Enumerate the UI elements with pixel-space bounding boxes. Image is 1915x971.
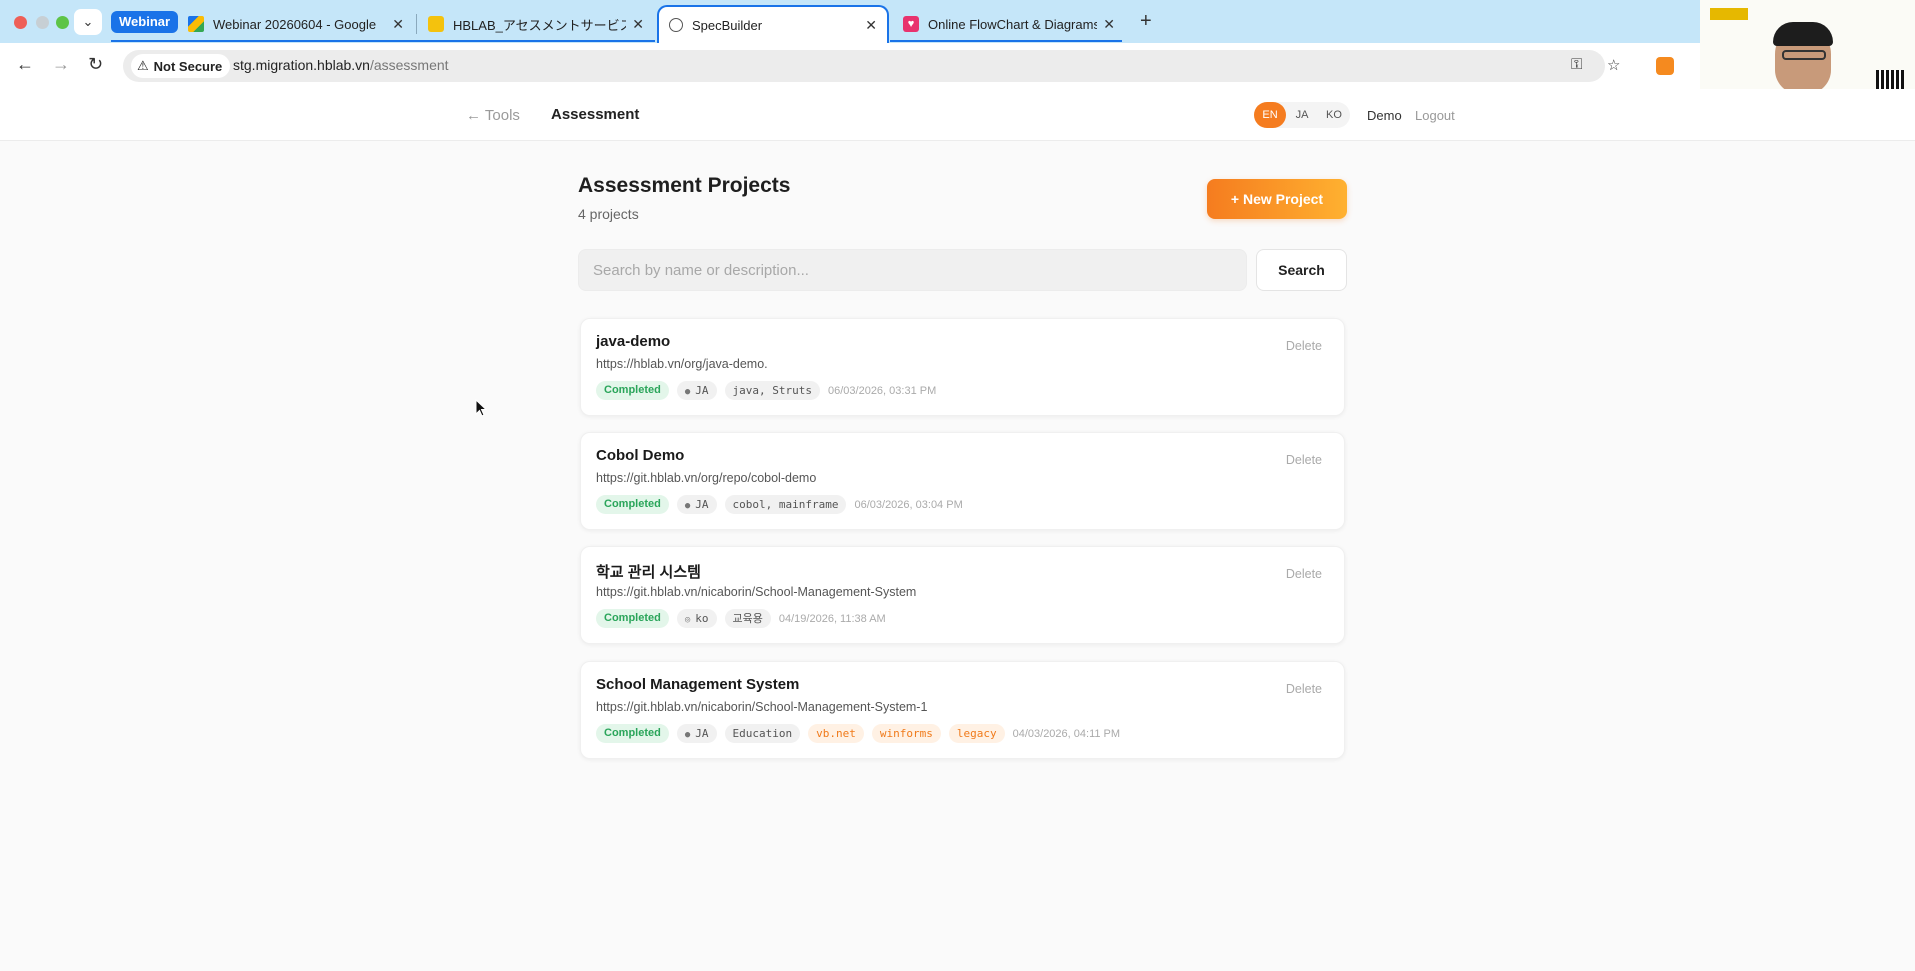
project-name[interactable]: Cobol Demo: [596, 447, 684, 464]
tab-group-underline: [890, 40, 1122, 42]
globe-icon: ◎: [684, 615, 691, 625]
language-switcher: EN JA KO: [1254, 102, 1350, 128]
user-name: Demo: [1367, 108, 1402, 123]
password-key-icon[interactable]: ⚿: [1571, 56, 1582, 73]
chevron-down-icon: ⌄: [82, 14, 94, 29]
tab-specbuilder[interactable]: SpecBuilder ✕: [657, 5, 889, 43]
mouse-cursor-icon: [475, 399, 487, 417]
tab-hblab-slides[interactable]: HBLAB_アセスメントサービス_ ✕: [418, 5, 654, 43]
dot-icon: ●: [684, 730, 691, 740]
project-url: https://hblab.vn/org/java-demo.: [596, 357, 768, 371]
dot-icon: ●: [684, 387, 691, 397]
close-window-button[interactable]: [14, 16, 27, 29]
bookmark-star-icon[interactable]: ☆: [1607, 56, 1620, 74]
presenter-hair: [1773, 22, 1833, 46]
project-name[interactable]: java-demo: [596, 333, 670, 350]
tab-webinar-doc[interactable]: Webinar 20260604 - Google ✕: [178, 5, 414, 43]
browser-tab-strip: ⌄ Webinar Webinar 20260604 - Google ✕ HB…: [0, 0, 1915, 43]
language-badge: ● JA: [676, 495, 717, 514]
new-project-button[interactable]: + New Project: [1207, 179, 1347, 219]
status-badge: Completed: [596, 724, 669, 743]
url-text: stg.migration.hblab.vn/assessment: [233, 57, 449, 73]
tab-group-underline: [111, 40, 655, 42]
tech-tag: winforms: [871, 724, 941, 743]
project-card[interactable]: Cobol Demo https://git.hblab.vn/org/repo…: [580, 432, 1345, 530]
hblab-logo: [1710, 8, 1748, 20]
status-badge: Completed: [596, 609, 669, 628]
project-date: 04/03/2026, 04:11 PM: [1012, 727, 1121, 740]
tab-search-button[interactable]: ⌄: [74, 9, 102, 35]
close-icon[interactable]: ✕: [632, 16, 644, 33]
address-bar[interactable]: ⚠ Not Secure stg.migration.hblab.vn/asse…: [123, 50, 1620, 82]
search-input[interactable]: [578, 249, 1247, 291]
project-name[interactable]: 학교 관리 시스템: [596, 561, 701, 582]
project-tags: Completed ● JA java, Struts 06/03/2026, 0…: [596, 381, 936, 400]
forward-arrow-icon[interactable]: →: [52, 54, 70, 75]
warning-icon: ⚠: [137, 58, 149, 73]
project-card[interactable]: School Management System https://git.hbl…: [580, 661, 1345, 759]
delete-button[interactable]: Delete: [1286, 339, 1322, 353]
lang-ko-button[interactable]: KO: [1318, 102, 1350, 128]
tech-tag: vb.net: [808, 724, 864, 743]
project-url: https://git.hblab.vn/nicaborin/School-Ma…: [596, 585, 917, 599]
close-icon[interactable]: ✕: [1103, 16, 1115, 33]
category-tag: Education: [724, 724, 801, 743]
logout-link[interactable]: Logout: [1415, 108, 1455, 123]
project-date: 06/03/2026, 03:31 PM: [828, 384, 937, 397]
language-badge: ◎ ko: [676, 609, 717, 628]
language-badge: ● JA: [676, 381, 717, 400]
slides-icon: [428, 16, 444, 32]
status-badge: Completed: [596, 381, 669, 400]
project-tags: Completed ● JA cobol, mainframe 06/03/202…: [596, 495, 963, 514]
diagram-app-icon: ♥: [903, 16, 919, 32]
project-tags: Completed ● JA Education vb.net winforms …: [596, 724, 1120, 743]
extension-icon[interactable]: [1656, 57, 1674, 75]
globe-icon: [669, 18, 683, 32]
language-badge: ● JA: [676, 724, 717, 743]
project-tags: Completed ◎ ko 교육용 04/19/2026, 11:38 AM: [596, 609, 886, 628]
project-count: 4 projects: [578, 206, 639, 222]
delete-button[interactable]: Delete: [1286, 682, 1322, 696]
close-icon[interactable]: ✕: [865, 17, 877, 34]
tech-tag: java, Struts: [724, 381, 820, 400]
project-url: https://git.hblab.vn/nicaborin/School-Ma…: [596, 700, 928, 714]
google-drive-icon: [188, 16, 204, 32]
app-header: ← Tools Assessment EN JA KO Demo Logout: [0, 89, 1915, 141]
page-title: Assessment Projects: [578, 174, 791, 197]
tech-tag: cobol, mainframe: [724, 495, 847, 514]
project-card[interactable]: 학교 관리 시스템 https://git.hblab.vn/nicaborin…: [580, 546, 1345, 644]
reload-icon[interactable]: ↻: [88, 54, 103, 75]
tech-tag: legacy: [948, 724, 1005, 743]
tab-separator: [416, 14, 417, 34]
project-name[interactable]: School Management System: [596, 676, 799, 693]
page-breadcrumb: Assessment: [551, 106, 640, 123]
lang-ja-button[interactable]: JA: [1286, 102, 1318, 128]
search-button[interactable]: Search: [1256, 249, 1347, 291]
maximize-window-button[interactable]: [56, 16, 69, 29]
security-indicator[interactable]: ⚠ Not Secure: [131, 54, 231, 78]
delete-button[interactable]: Delete: [1286, 453, 1322, 467]
close-icon[interactable]: ✕: [392, 16, 404, 33]
minimize-window-button[interactable]: [36, 16, 49, 29]
status-badge: Completed: [596, 495, 669, 514]
dot-icon: ●: [684, 501, 691, 511]
project-card[interactable]: java-demo https://hblab.vn/org/java-demo…: [580, 318, 1345, 416]
back-arrow-icon[interactable]: ←: [16, 54, 34, 75]
lang-en-button[interactable]: EN: [1254, 102, 1286, 128]
tab-group-chip[interactable]: Webinar: [111, 11, 179, 33]
category-tag: 교육용: [724, 609, 771, 628]
project-url: https://git.hblab.vn/org/repo/cobol-demo: [596, 471, 817, 485]
project-date: 04/19/2026, 11:38 AM: [778, 612, 886, 625]
project-date: 06/03/2026, 03:04 PM: [854, 498, 963, 511]
presenter-glasses: [1782, 50, 1826, 60]
browser-toolbar: ← → ↻ ⚠ Not Secure stg.migration.hblab.v…: [0, 43, 1700, 89]
new-tab-button[interactable]: +: [1140, 10, 1152, 33]
back-to-tools-link[interactable]: ← Tools: [466, 107, 520, 124]
delete-button[interactable]: Delete: [1286, 567, 1322, 581]
tab-flowchart[interactable]: ♥ Online FlowChart & Diagrams ✕: [893, 5, 1125, 43]
